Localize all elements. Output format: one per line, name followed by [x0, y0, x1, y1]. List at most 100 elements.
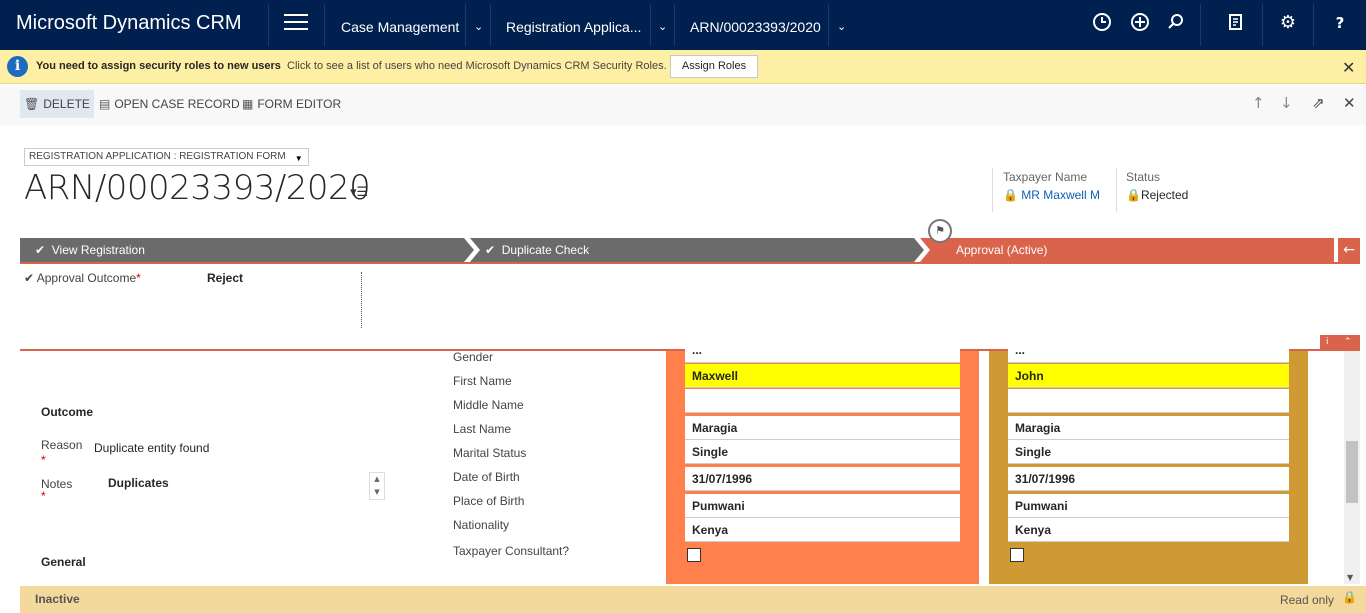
taxpayer-consultant-checkbox[interactable]	[1010, 548, 1024, 562]
info-icon: i	[7, 56, 28, 77]
document-icon: ▤	[99, 97, 111, 111]
assign-roles-button[interactable]: Assign Roles	[670, 55, 758, 78]
status-value: Rejected	[1140, 188, 1189, 202]
first-name-value[interactable]: Maxwell	[685, 364, 960, 388]
form-scrollbar[interactable]: ▼	[1344, 351, 1360, 584]
nationality-value[interactable]: Kenya	[685, 518, 960, 542]
date-of-birth-value[interactable]: 31/07/1996	[685, 467, 960, 491]
close-record-icon[interactable]: ✕	[1343, 94, 1356, 112]
lock-icon: 🔒	[1126, 188, 1141, 202]
caret-down-icon: ▼	[294, 154, 303, 163]
chevron-down-icon[interactable]: ⌄	[837, 20, 846, 33]
nav-divider	[268, 4, 269, 46]
hamburger-menu-icon[interactable]	[284, 14, 308, 34]
nationality-label: Nationality	[453, 518, 510, 532]
notes-value[interactable]: Duplicates	[108, 476, 169, 490]
nav-entity-link[interactable]: Registration Applica...	[506, 19, 641, 35]
arrow-up-icon[interactable]: ↑	[1252, 94, 1265, 112]
place-of-birth-value[interactable]: Pumwani	[1008, 494, 1289, 518]
stage-duplicate-check[interactable]: ✔ Duplicate Check	[485, 238, 589, 262]
middle-name-value[interactable]	[685, 389, 960, 413]
last-name-value[interactable]: Maragia	[685, 416, 960, 440]
first-name-value[interactable]: John	[1008, 364, 1289, 388]
app-title[interactable]: Microsoft Dynamics CRM	[16, 12, 242, 35]
marital-status-value[interactable]: Single	[1008, 440, 1289, 464]
status-footer: Inactive Read only 🔒	[20, 586, 1366, 613]
gender-value[interactable]: ...	[685, 343, 960, 363]
process-collapse-tab[interactable]: i ⌃	[1320, 335, 1360, 349]
lock-icon: 🔒	[1342, 590, 1357, 604]
chevron-up-icon: ⌃	[1344, 337, 1352, 347]
approval-outcome-label: ✔ Approval Outcome*	[24, 271, 141, 285]
flag-icon[interactable]: ⚑	[928, 219, 952, 243]
gender-value[interactable]: ...	[1008, 343, 1289, 363]
delete-button[interactable]: 🗑 DELETE	[20, 90, 94, 118]
scroll-down-icon[interactable]: ▼	[1347, 573, 1353, 582]
nav-divider	[1262, 4, 1263, 46]
nav-divider	[650, 4, 651, 46]
place-of-birth-value[interactable]: Pumwani	[685, 494, 960, 518]
approval-outcome-text: Approval Outcome	[36, 271, 137, 285]
create-plus-icon[interactable]	[1128, 12, 1152, 38]
date-of-birth-label: Date of Birth	[453, 470, 520, 484]
taxpayer-name-link[interactable]: 🔒 MR Maxwell M	[1003, 188, 1109, 202]
marital-status-value[interactable]: Single	[685, 440, 960, 464]
record-state: Inactive	[35, 592, 80, 606]
required-asterisk: *	[136, 271, 141, 285]
nav-divider	[490, 4, 491, 46]
chevron-down-icon[interactable]: ⌄	[658, 20, 667, 33]
nav-divider	[674, 4, 675, 46]
trash-icon: 🗑	[24, 97, 40, 111]
general-section-heading: General	[41, 555, 86, 569]
close-icon[interactable]: ✕	[1342, 58, 1355, 77]
record-menu-icon[interactable]: ▾☰	[350, 185, 368, 200]
stage-approval-active[interactable]: Approval (Active)	[956, 238, 1047, 262]
arrow-down-icon[interactable]: ↓	[1280, 94, 1293, 112]
help-icon[interactable]: ?	[1328, 14, 1352, 40]
delete-label: DELETE	[43, 97, 90, 111]
stage-underline	[20, 262, 1360, 264]
arrow-left-icon[interactable]: ←	[1338, 238, 1360, 262]
info-small-icon: i	[1326, 337, 1329, 347]
process-stage-shapes	[20, 238, 1334, 262]
status-field: Status 🔒Rejected	[1126, 170, 1188, 202]
form-icon: ▦	[242, 97, 254, 111]
security-notification-bar: i You need to assign security roles to n…	[0, 50, 1366, 84]
nationality-value[interactable]: Kenya	[1008, 518, 1289, 542]
scrollbar-thumb[interactable]	[1346, 441, 1358, 503]
header-divider	[992, 168, 993, 212]
nav-divider	[465, 4, 466, 46]
nav-record-link[interactable]: ARN/00023393/2020	[690, 19, 821, 35]
nav-area-link[interactable]: Case Management	[341, 19, 459, 35]
search-icon[interactable]	[1164, 12, 1188, 38]
approval-outcome-value[interactable]: Reject	[207, 271, 243, 285]
taxpayer-name-value: MR Maxwell M	[1021, 188, 1100, 202]
open-case-label: OPEN CASE RECORD	[114, 97, 240, 111]
form-selector[interactable]: REGISTRATION APPLICATION : REGISTRATION …	[24, 148, 309, 166]
top-navigation-bar: Microsoft Dynamics CRM Case Management ⌄…	[0, 0, 1366, 50]
last-name-value[interactable]: Maragia	[1008, 416, 1289, 440]
popout-icon[interactable]: ⇗	[1312, 94, 1325, 112]
dotted-divider	[361, 272, 362, 328]
reason-label: Reason	[41, 438, 83, 452]
required-asterisk: *	[41, 453, 46, 467]
taxpayer-name-field: Taxpayer Name 🔒 MR Maxwell M	[1003, 170, 1109, 202]
required-asterisk: *	[41, 489, 46, 503]
place-of-birth-label: Place of Birth	[453, 494, 525, 508]
open-case-record-button[interactable]: ▤ OPEN CASE RECORD	[95, 90, 244, 118]
gender-label: Gender	[453, 350, 494, 364]
taxpayer-name-label: Taxpayer Name	[1003, 170, 1088, 184]
taxpayer-consultant-checkbox[interactable]	[687, 548, 701, 562]
reason-value[interactable]: Duplicate entity found	[94, 441, 209, 455]
date-of-birth-value[interactable]: 31/07/1996	[1008, 467, 1289, 491]
notes-scroll-stepper[interactable]: ▲ ▼	[369, 472, 385, 500]
form-editor-button[interactable]: ▦ FORM EDITOR	[238, 90, 345, 118]
gear-icon[interactable]: ⚙	[1276, 12, 1300, 38]
chevron-down-icon[interactable]: ⌄	[474, 20, 483, 33]
taxpayer-consultant-label: Taxpayer Consultant?	[453, 544, 570, 558]
notification-message-link[interactable]: Click to see a list of users who need Mi…	[287, 60, 667, 72]
advanced-find-icon[interactable]	[1224, 12, 1248, 38]
recent-clock-icon[interactable]	[1090, 12, 1114, 38]
stage-view-registration[interactable]: ✔ View Registration	[35, 238, 145, 262]
middle-name-value[interactable]	[1008, 389, 1289, 413]
